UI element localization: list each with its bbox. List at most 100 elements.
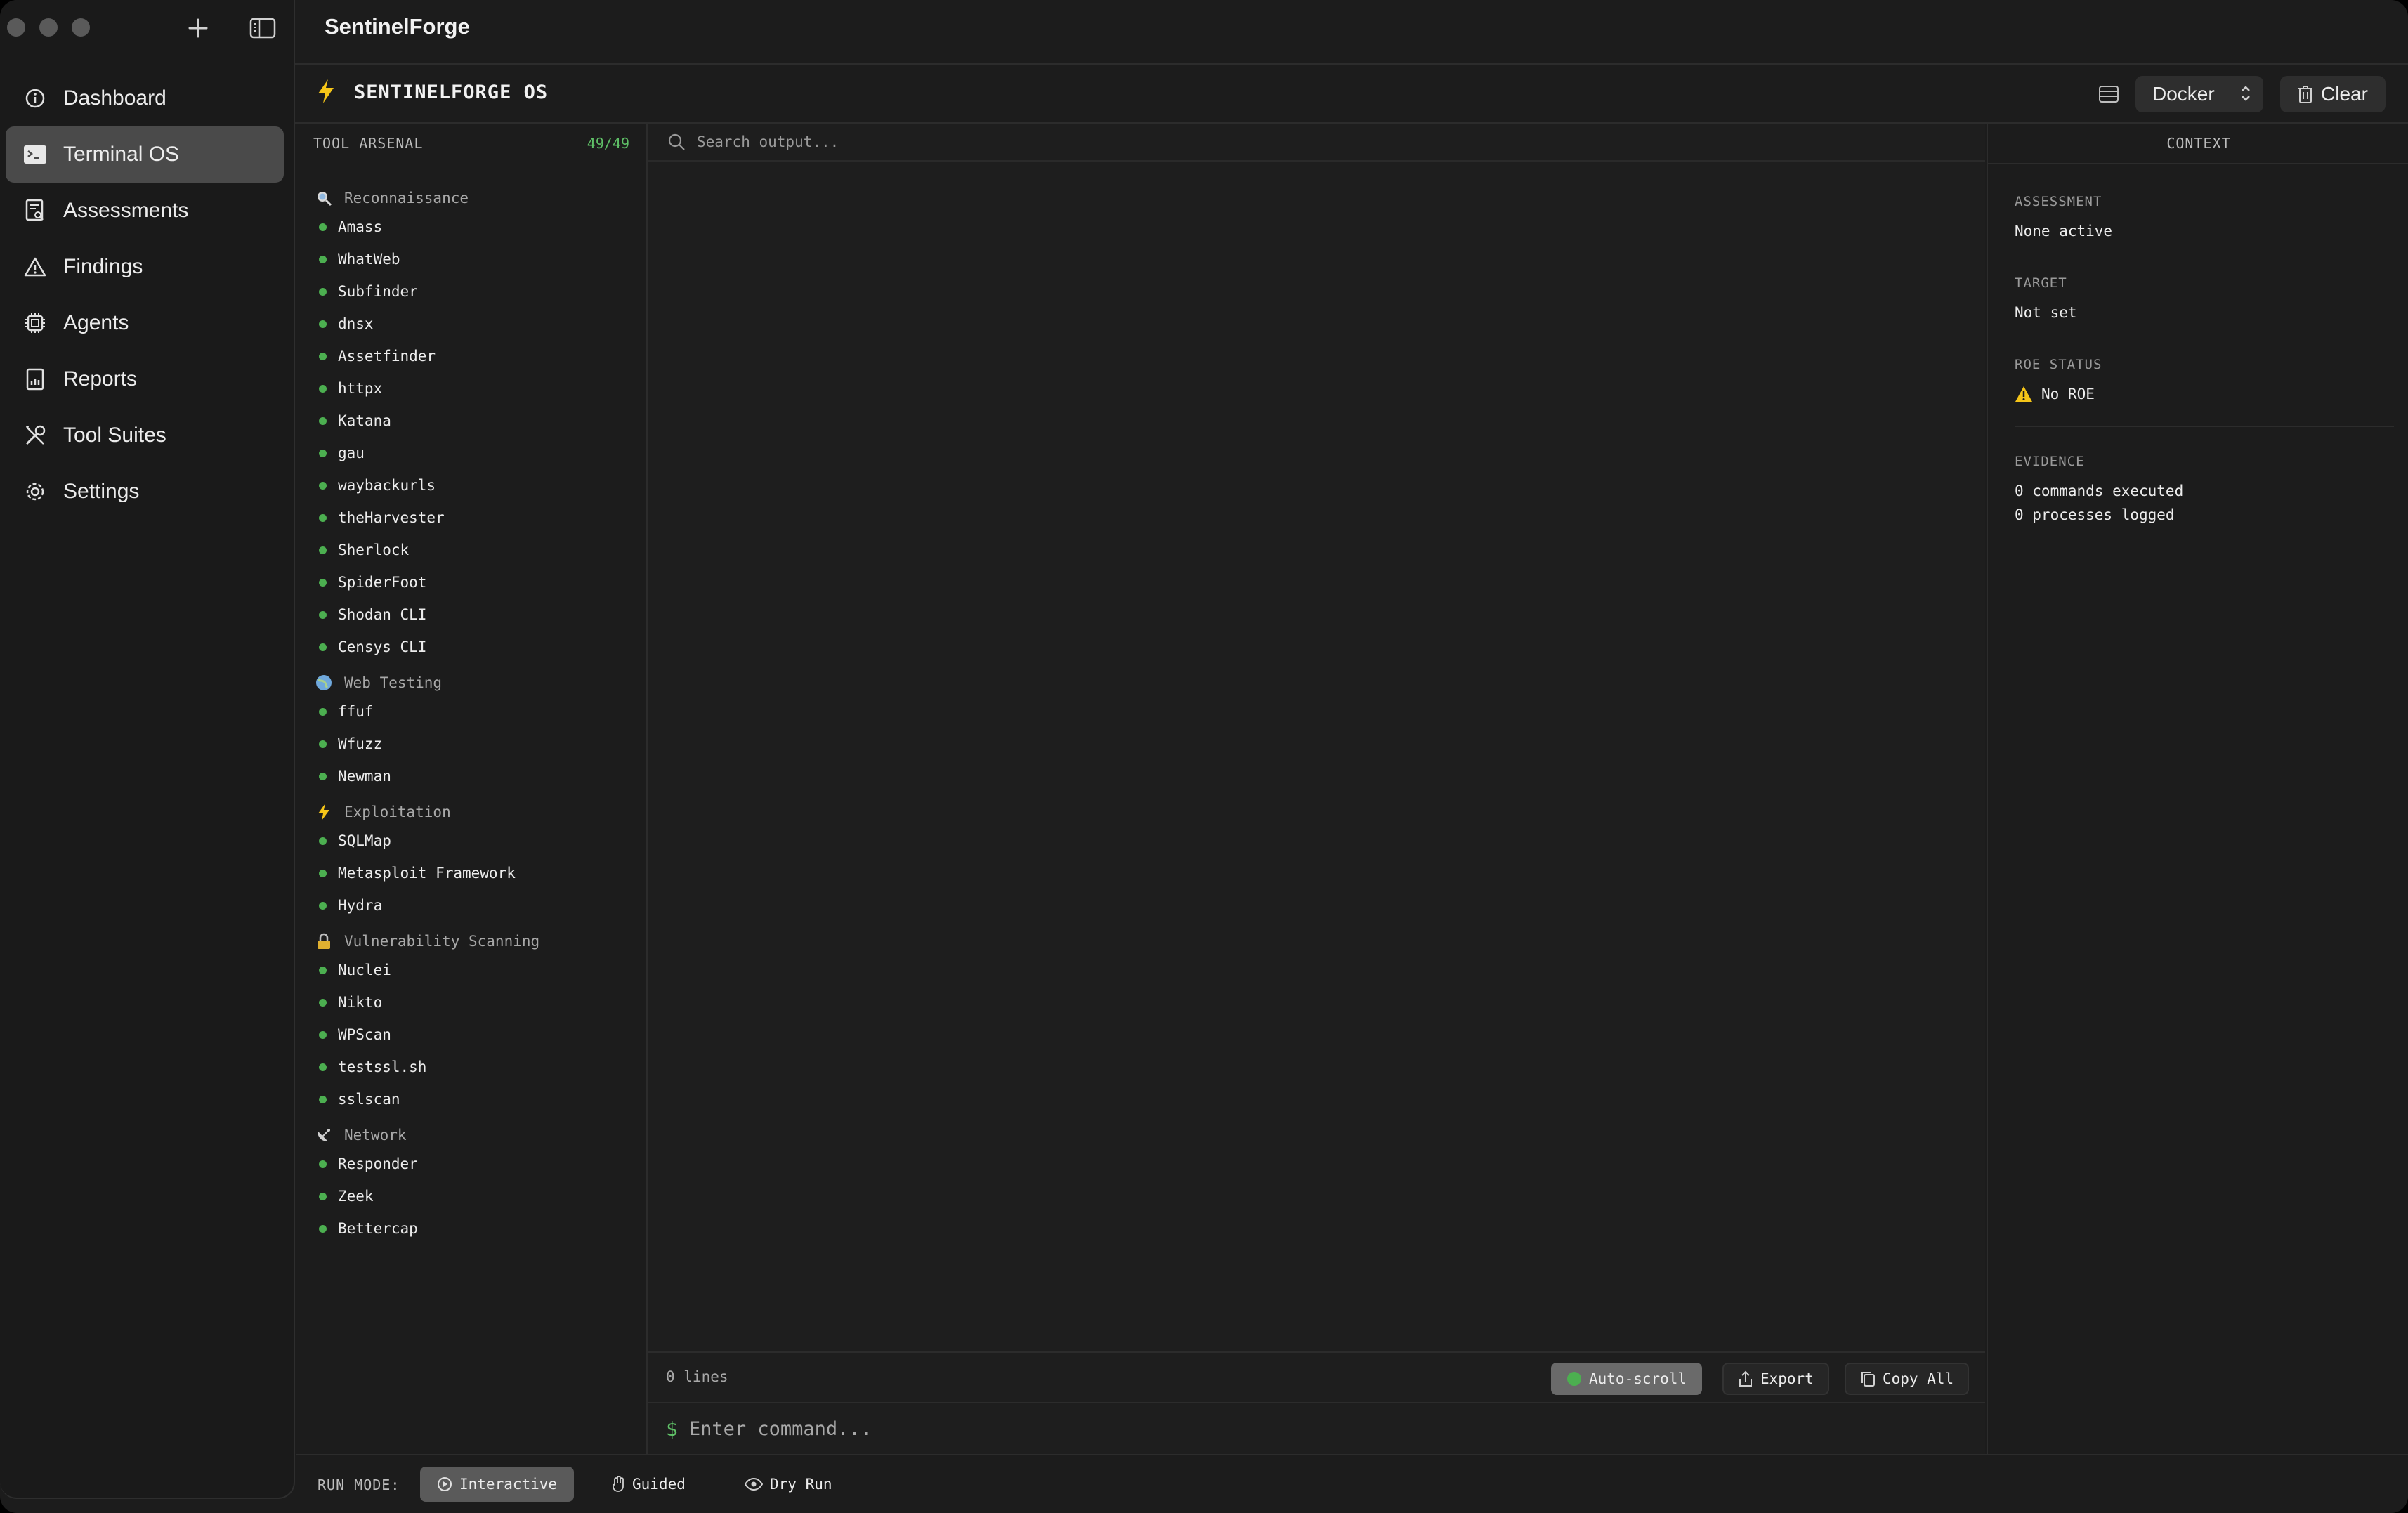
arsenal-title: TOOL ARSENAL [313, 135, 424, 152]
command-input[interactable] [688, 1417, 1883, 1440]
clear-label: Clear [2321, 83, 2368, 105]
tool-item[interactable]: Newman [313, 760, 636, 792]
tool-label: Katana [338, 412, 391, 429]
tool-item[interactable]: ffuf [313, 695, 636, 728]
auto-scroll-toggle[interactable]: Auto-scroll [1551, 1363, 1703, 1395]
tool-item[interactable]: Nikto [313, 986, 636, 1019]
tool-category-header[interactable]: Vulnerability Scanning [313, 929, 636, 954]
copy-all-button[interactable]: Copy All [1845, 1363, 1970, 1395]
tool-item[interactable]: Assetfinder [313, 340, 636, 372]
tool-item[interactable]: Amass [313, 211, 636, 243]
layout-toggle-button[interactable] [2093, 79, 2124, 110]
sidebar-item-settings[interactable]: Settings [6, 464, 284, 520]
new-tab-button[interactable] [183, 13, 214, 44]
tool-label: httpx [338, 380, 383, 397]
trash-icon [2297, 84, 2314, 104]
tool-item[interactable]: Metasploit Framework [313, 857, 636, 889]
tool-item[interactable]: WPScan [313, 1019, 636, 1051]
target-value: Not set [2015, 304, 2077, 321]
tool-label: Zeek [338, 1188, 374, 1205]
mode-interactive-button[interactable]: Interactive [420, 1467, 575, 1502]
satellite-dish-icon [313, 1125, 334, 1146]
tool-label: waybackurls [338, 477, 436, 494]
tool-item[interactable]: Censys CLI [313, 631, 636, 663]
autoscroll-status-dot-icon [1566, 1371, 1582, 1387]
tool-item[interactable]: Zeek [313, 1180, 636, 1212]
tool-item[interactable]: SQLMap [313, 825, 636, 857]
tool-item[interactable]: Shodan CLI [313, 598, 636, 631]
status-dot-icon [319, 255, 327, 263]
context-title: CONTEXT [1988, 124, 2408, 164]
copy-all-label: Copy All [1883, 1370, 1954, 1387]
sidebar-item-agents[interactable]: Agents [6, 295, 284, 351]
environment-select[interactable]: Docker [2135, 76, 2263, 112]
tool-item[interactable]: Nuclei [313, 954, 636, 986]
environment-value: Docker [2152, 83, 2215, 105]
tool-label: Metasploit Framework [338, 865, 516, 882]
sidebar-item-assessments[interactable]: Assessments [6, 183, 284, 239]
sidebar-item-tool-suites[interactable]: Tool Suites [6, 407, 284, 464]
tool-item[interactable]: Wfuzz [313, 728, 636, 760]
status-dot-icon [319, 998, 327, 1007]
output-search[interactable]: Search output... [648, 124, 1985, 162]
tool-item[interactable]: Bettercap [313, 1212, 636, 1245]
status-dot-icon [319, 610, 327, 619]
tool-label: SpiderFoot [338, 574, 427, 591]
tool-label: Amass [338, 218, 383, 235]
status-dot-icon [319, 1030, 327, 1039]
tool-category-label: Exploitation [344, 804, 451, 820]
tool-item[interactable]: Katana [313, 405, 636, 437]
warning-triangle-icon [21, 253, 49, 281]
tool-item[interactable]: WhatWeb [313, 243, 636, 275]
mode-label: Dry Run [770, 1476, 832, 1493]
tool-item[interactable]: httpx [313, 372, 636, 405]
tool-item[interactable]: Responder [313, 1148, 636, 1180]
window-minimize-button[interactable] [39, 18, 58, 37]
tool-arsenal-panel: TOOL ARSENAL 49/49 Reconnaissance Amass Wh… [296, 124, 648, 1454]
tool-item[interactable]: sslscan [313, 1083, 636, 1115]
clear-button[interactable]: Clear [2280, 76, 2386, 112]
tool-item[interactable]: gau [313, 437, 636, 469]
status-dot-icon [319, 578, 327, 587]
tool-category-header[interactable]: Reconnaissance [313, 185, 636, 211]
status-dot-icon [319, 707, 327, 716]
roe-label: ROE STATUS [2015, 357, 2102, 372]
search-input[interactable]: Search output... [697, 133, 839, 150]
export-label: Export [1760, 1370, 1814, 1387]
terminal-icon [21, 140, 49, 169]
evidence-label: EVIDENCE [2015, 454, 2085, 469]
tool-item[interactable]: testssl.sh [313, 1051, 636, 1083]
sidebar-item-dashboard[interactable]: Dashboard [6, 70, 284, 126]
auto-scroll-label: Auto-scroll [1589, 1370, 1687, 1387]
mode-dry-run-button[interactable]: Dry Run [728, 1467, 849, 1502]
tool-category-header[interactable]: Exploitation [313, 799, 636, 825]
tool-item[interactable]: SpiderFoot [313, 566, 636, 598]
tool-category-header[interactable]: Web Testing [313, 670, 636, 695]
window-zoom-button[interactable] [72, 18, 90, 37]
tool-item[interactable]: dnsx [313, 308, 636, 340]
status-dot-icon [319, 223, 327, 231]
sidebar-item-terminal-os[interactable]: Terminal OS [6, 126, 284, 183]
status-dot-icon [319, 837, 327, 845]
tool-item[interactable]: waybackurls [313, 469, 636, 502]
tool-item[interactable]: Sherlock [313, 534, 636, 566]
tool-item[interactable]: Hydra [313, 889, 636, 922]
globe-icon [313, 672, 334, 693]
export-button[interactable]: Export [1722, 1363, 1829, 1395]
tool-category-header[interactable]: Network [313, 1122, 636, 1148]
sidebar-item-reports[interactable]: Reports [6, 351, 284, 407]
terminal-header: SENTINELFORGE OS Docker Clear [295, 65, 2408, 122]
sidebar-item-findings[interactable]: Findings [6, 239, 284, 295]
tool-item[interactable]: Subfinder [313, 275, 636, 308]
tool-item[interactable]: theHarvester [313, 502, 636, 534]
app-title: SentinelForge [325, 14, 470, 39]
roe-value: No ROE [2041, 386, 2095, 402]
status-dot-icon [319, 1224, 327, 1233]
sidebar: Dashboard Terminal OS Assessments Findin… [0, 0, 295, 1499]
window-close-button[interactable] [7, 18, 25, 37]
toggle-sidebar-button[interactable] [247, 13, 278, 44]
status-dot-icon [319, 546, 327, 554]
mode-label: Guided [632, 1476, 686, 1493]
mode-guided-button[interactable]: Guided [594, 1467, 702, 1502]
page-title: SENTINELFORGE OS [354, 81, 549, 103]
